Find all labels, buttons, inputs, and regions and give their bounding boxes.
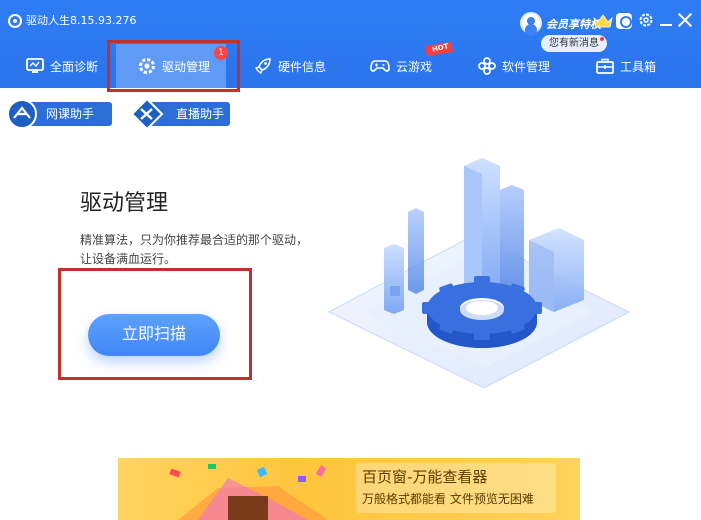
online-class-icon	[7, 99, 37, 129]
online-class-helper-button[interactable]: 网课助手	[6, 98, 112, 130]
ad-artwork	[169, 464, 328, 520]
tab-software-management[interactable]: 软件管理	[478, 44, 550, 88]
gamepad-icon	[370, 60, 390, 72]
tab-diagnosis[interactable]: 全面诊断	[26, 44, 98, 88]
app-title: 驱动人生8.15.93.276	[26, 14, 137, 27]
tab-label: 驱动管理	[162, 59, 211, 74]
monitor-icon	[26, 58, 44, 73]
helper-label: 网课助手	[46, 107, 95, 121]
notification-badge: 1	[214, 46, 228, 60]
description-line-1: 精准算法，只为你推荐最合适的那个驱动，	[80, 233, 309, 247]
close-icon[interactable]	[678, 13, 692, 27]
tab-hardware-info[interactable]: 硬件信息	[254, 44, 326, 88]
description-line-2: 让设备满血运行。	[80, 252, 177, 266]
live-stream-helper-button[interactable]: 直播助手	[130, 98, 230, 130]
tab-label: 工具箱	[620, 59, 657, 74]
tab-toolbox[interactable]: 工具箱	[596, 44, 656, 88]
apps-icon	[478, 57, 496, 75]
toolbox-icon	[596, 58, 614, 74]
avatar[interactable]	[520, 12, 542, 34]
minimize-icon[interactable]	[660, 24, 672, 26]
tab-driver-management[interactable]: 驱动管理 1	[116, 44, 228, 88]
driver-illustration	[327, 158, 631, 389]
scan-now-button[interactable]: 立即扫描	[88, 314, 220, 356]
page-description: 精准算法，只为你推荐最合适的那个驱动， 让设备满血运行。	[80, 231, 340, 269]
message-dot	[600, 37, 604, 41]
helper-label: 直播助手	[176, 107, 225, 121]
tab-cloud-gaming[interactable]: 云游戏	[370, 44, 432, 88]
settings-gear-icon[interactable]	[638, 12, 654, 28]
app-logo-icon	[8, 14, 22, 28]
notification-icon[interactable]	[616, 13, 632, 29]
tab-label: 软件管理	[502, 59, 551, 74]
live-stream-icon	[130, 98, 164, 130]
ad-title: 百页窗-万能查看器	[362, 468, 488, 486]
ad-banner[interactable]: 百页窗-万能查看器 万般格式都能看 文件预览无困难	[118, 458, 580, 520]
top-bar: 驱动人生8.15.93.276 会员享特权 您有新消息 全面诊断 驱动管理 1 …	[0, 0, 701, 88]
tab-label: 硬件信息	[278, 59, 327, 74]
tab-label: 全面诊断	[50, 59, 99, 74]
tab-label: 云游戏	[396, 59, 433, 74]
ad-subtitle: 万般格式都能看 文件预览无困难	[362, 492, 534, 506]
page-title: 驱动管理	[80, 191, 169, 216]
rocket-icon	[254, 58, 271, 75]
message-bubble-text: 您有新消息	[549, 38, 599, 49]
gear-icon	[139, 58, 155, 74]
crown-icon[interactable]	[593, 14, 613, 28]
